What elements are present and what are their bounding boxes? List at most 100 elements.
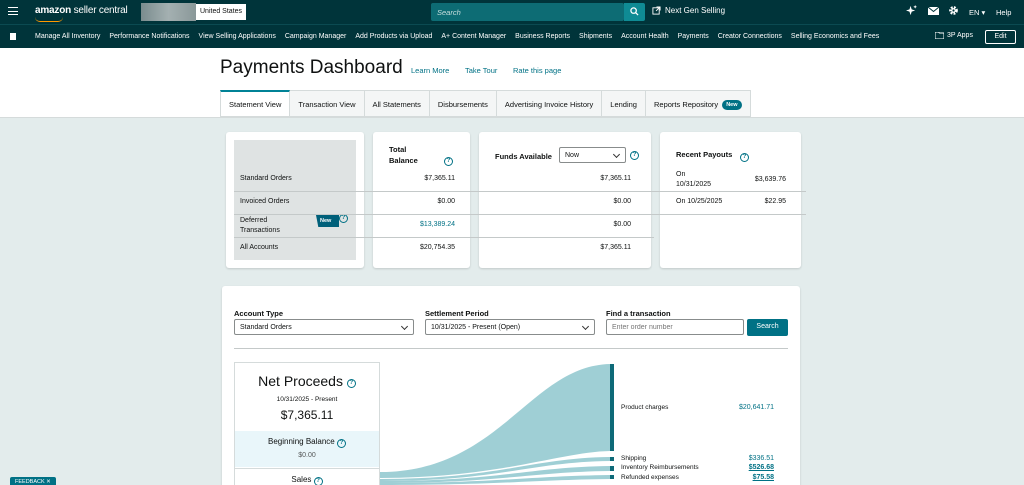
nav-link[interactable]: Performance Notifications xyxy=(109,33,189,40)
take-tour-link[interactable]: Take Tour xyxy=(465,66,497,75)
funds-timing-select[interactable]: Now xyxy=(559,147,626,163)
tab-item[interactable]: Disbursements xyxy=(429,90,497,117)
flow-value-link[interactable]: $336.51 xyxy=(720,455,774,462)
country-selector[interactable]: United States xyxy=(196,4,247,20)
folder-icon xyxy=(935,32,944,39)
search-input[interactable]: Search xyxy=(431,3,624,21)
nav-link[interactable]: Add Products via Upload xyxy=(355,33,432,40)
info-icon[interactable]: ? xyxy=(346,379,356,388)
order-number-input[interactable] xyxy=(606,319,744,335)
rate-page-link[interactable]: Rate this page xyxy=(513,66,561,75)
apps-button[interactable]: 3P Apps xyxy=(935,32,973,39)
next-gen-selling-link[interactable]: Next Gen Selling xyxy=(652,6,725,15)
apps-label: 3P Apps xyxy=(947,32,973,39)
payout-date: On 10/25/2025 xyxy=(676,198,723,205)
settlement-period-select[interactable]: 10/31/2025 - Present (Open) xyxy=(425,319,595,335)
nav-link[interactable]: Manage All Inventory xyxy=(35,33,100,40)
beginning-balance-text: Beginning Balance xyxy=(268,437,335,446)
tab-label: All Statements xyxy=(372,100,421,109)
row-label-standard: Standard Orders xyxy=(240,175,292,182)
tab-item[interactable]: All Statements xyxy=(364,90,430,117)
row-label-all: All Accounts xyxy=(240,244,279,251)
tab-item[interactable]: Lending xyxy=(602,90,646,117)
edit-button[interactable]: Edit xyxy=(985,30,1016,44)
bookmark-icon[interactable] xyxy=(10,33,16,40)
payout-amount: $3,639.76 xyxy=(754,176,786,183)
funds-available-header: Funds Available xyxy=(495,152,552,161)
sales-text: Sales xyxy=(291,475,312,484)
flow-value-link[interactable]: $20,641.71 xyxy=(720,404,774,411)
net-proceeds-period: 10/31/2025 - Present xyxy=(276,396,338,403)
top-bar: amazon seller central United States Sear… xyxy=(0,0,1024,24)
tab-label: Statement View xyxy=(229,100,282,109)
tab-item[interactable]: Statement View xyxy=(220,90,291,117)
store-selector[interactable] xyxy=(141,3,196,21)
nav-link[interactable]: Business Reports xyxy=(515,33,570,40)
feedback-button[interactable]: FEEDBACK ✕ xyxy=(10,477,56,485)
info-icon[interactable]: ? xyxy=(339,214,348,223)
tab-item[interactable]: Transaction View xyxy=(290,90,365,117)
tab-bar: Statement View Transaction View All Statem… xyxy=(220,90,751,117)
search-icon xyxy=(630,7,639,16)
info-icon[interactable]: ? xyxy=(740,153,749,162)
mail-icon[interactable] xyxy=(928,7,939,15)
funds-invoiced: $0.00 xyxy=(613,198,631,205)
flow-value-link[interactable]: $75.58 xyxy=(720,474,774,481)
beginning-balance-value: $0.00 xyxy=(298,452,316,459)
info-icon[interactable]: ? xyxy=(336,439,346,448)
row-divider xyxy=(234,237,654,238)
recent-payouts-header: Recent Payouts xyxy=(676,150,733,159)
nav-link[interactable]: Account Health xyxy=(621,33,668,40)
tab-label: Disbursements xyxy=(437,100,488,109)
tab-label: Advertising Invoice History xyxy=(504,100,594,109)
beginning-balance-label: Beginning Balance ? xyxy=(234,437,380,448)
total-balance-header: Total Balance xyxy=(389,145,418,165)
info-icon[interactable]: ? xyxy=(313,477,323,485)
node-refunded xyxy=(610,475,614,479)
total-balance-invoiced: $0.00 xyxy=(437,198,455,205)
node-shipping xyxy=(610,457,614,461)
row-divider xyxy=(234,214,806,215)
sparkle-icon[interactable] xyxy=(906,5,917,16)
next-gen-label: Next Gen Selling xyxy=(665,6,726,15)
external-link-icon xyxy=(652,6,661,15)
find-transaction-label: Find a transaction xyxy=(606,309,671,318)
total-balance-all: $20,754.35 xyxy=(419,244,455,251)
nav-link[interactable]: Creator Connections xyxy=(718,33,782,40)
node-product-charges xyxy=(610,364,614,451)
funds-all: $7,365.11 xyxy=(600,244,631,251)
page-title: Payments Dashboard xyxy=(220,57,403,78)
account-type-select[interactable]: Standard Orders xyxy=(234,319,414,335)
info-icon[interactable]: ? xyxy=(444,157,453,166)
nav-link[interactable]: Shipments xyxy=(579,33,612,40)
logo[interactable]: amazon seller central xyxy=(35,5,128,22)
funds-deferred: $0.00 xyxy=(613,221,631,228)
learn-more-link[interactable]: Learn More xyxy=(411,66,449,75)
tab-item[interactable]: Advertising Invoice History xyxy=(496,90,603,117)
flow-label: Product charges xyxy=(621,404,669,411)
net-proceeds-title: Net Proceeds ? xyxy=(234,373,380,389)
nav-link[interactable]: Payments xyxy=(678,33,709,40)
row-label-invoiced: Invoiced Orders xyxy=(240,198,290,205)
total-balance-deferred-link[interactable]: $13,389.24 xyxy=(400,221,455,228)
search-transaction-button[interactable]: Search xyxy=(747,319,788,336)
nav-link[interactable]: View Selling Applications xyxy=(199,33,276,40)
total-balance-standard: $7,365.11 xyxy=(424,175,455,182)
gear-icon[interactable] xyxy=(948,5,959,16)
nav-link[interactable]: Campaign Manager xyxy=(285,33,346,40)
help-link[interactable]: Help xyxy=(996,8,1011,17)
net-proceeds-title-text: Net Proceeds xyxy=(258,373,343,389)
menu-icon[interactable] xyxy=(8,7,18,15)
payout-date: On 10/31/2025 xyxy=(676,171,712,188)
flow-value-link[interactable]: $526.68 xyxy=(720,464,774,471)
tab-item[interactable]: Reports Repository New xyxy=(645,90,751,117)
nav-link[interactable]: A+ Content Manager xyxy=(441,33,506,40)
flow-label: Refunded expenses xyxy=(621,474,679,481)
nav-link[interactable]: Selling Economics and Fees xyxy=(791,33,879,40)
info-icon[interactable]: ? xyxy=(630,151,639,160)
search-button[interactable] xyxy=(624,3,645,21)
nav-links: Manage All Inventory Performance Notifica… xyxy=(35,33,879,40)
language-selector[interactable]: EN ▾ xyxy=(969,8,985,17)
tab-label: Lending xyxy=(610,100,637,109)
account-type-label: Account Type xyxy=(234,309,284,318)
